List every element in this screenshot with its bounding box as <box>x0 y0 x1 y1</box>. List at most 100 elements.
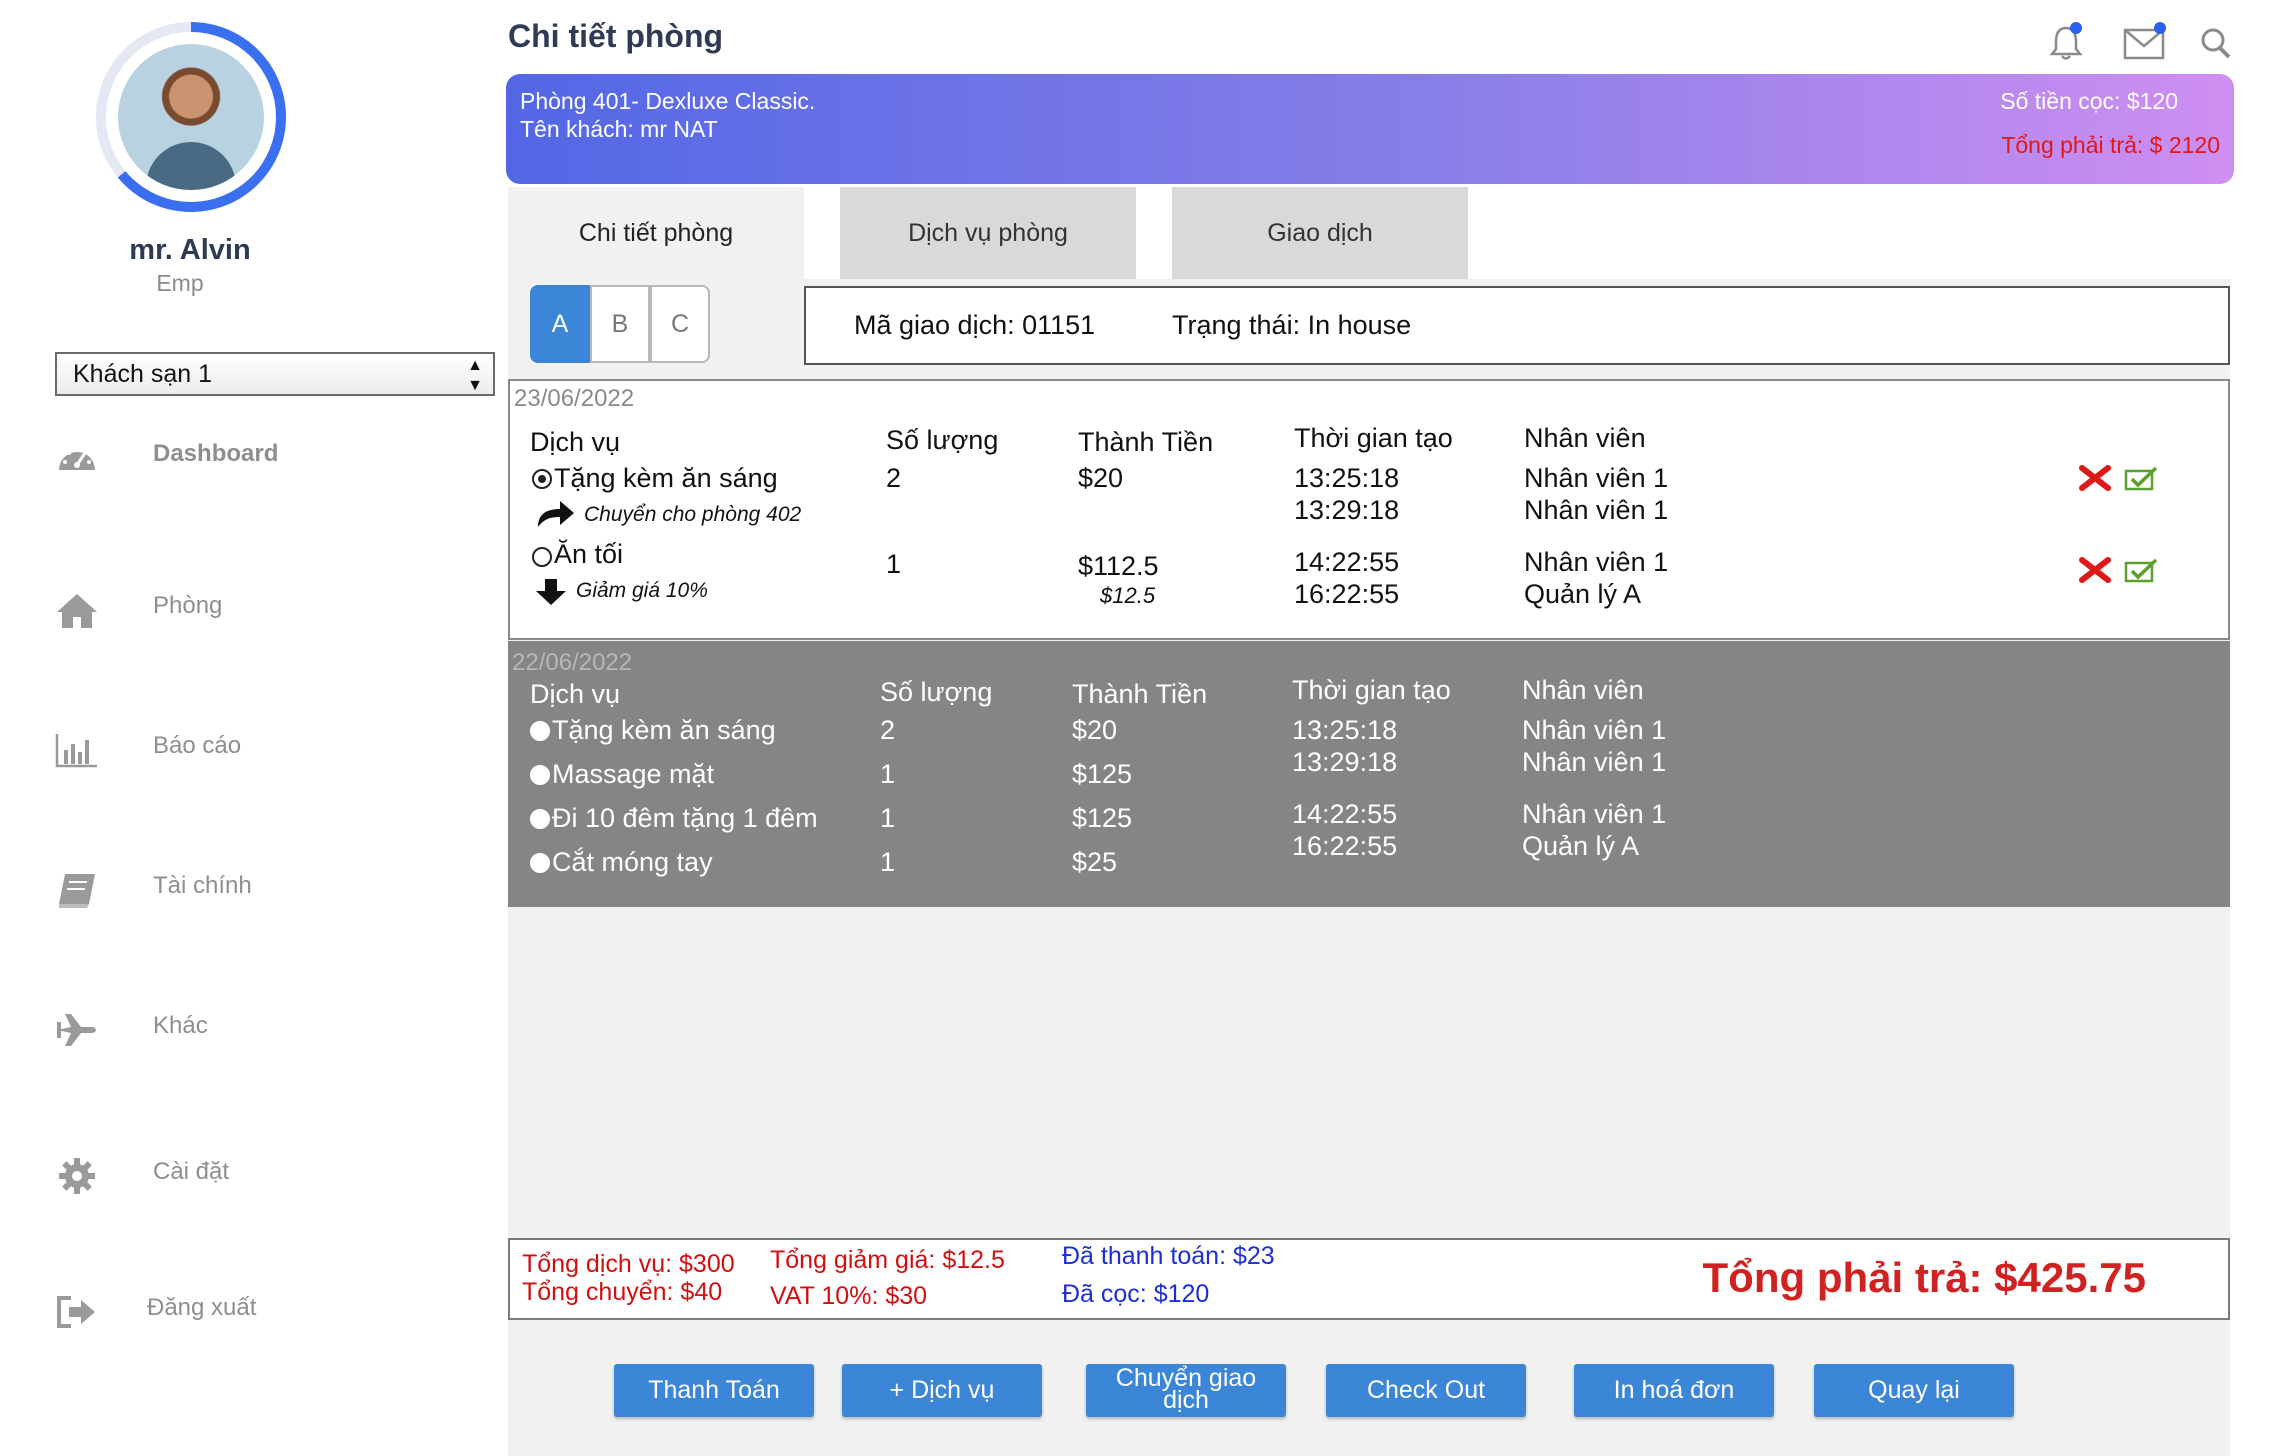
notification-dot <box>2070 22 2082 34</box>
delete-icon[interactable] <box>2078 557 2112 583</box>
mail-button[interactable] <box>2122 22 2168 62</box>
service-radio[interactable] <box>532 547 552 567</box>
room-banner: Phòng 401- Dexluxe Classic. Tên khách: m… <box>506 74 2234 184</box>
discount-note: Giảm giá 10% <box>576 579 708 602</box>
transaction-info: Mã giao dịch: 01151 Trạng thái: In house <box>804 286 2230 365</box>
summary-box: Tổng dịch vụ: $300 Tổng chuyển: $40 Tổng… <box>508 1238 2230 1320</box>
tab-dich-vu-phong[interactable]: Dịch vụ phòng <box>840 187 1136 279</box>
day-date: 22/06/2022 <box>512 649 633 676</box>
service-name: Ăn tối <box>554 539 624 569</box>
service-amount: $125 <box>1072 759 1133 789</box>
sidebar-item-label: Khác <box>153 1012 208 1039</box>
dashboard-icon <box>59 448 95 470</box>
segment-c[interactable]: C <box>650 285 710 363</box>
approve-icon[interactable] <box>2124 557 2160 583</box>
service-amount: $20 <box>1078 463 1124 493</box>
bar-chart-icon <box>55 734 97 768</box>
service-radio[interactable] <box>530 809 550 829</box>
hotel-select[interactable]: Khách sạn 1 ▲ ▼ <box>55 352 495 396</box>
service-name: Massage mặt <box>552 759 715 789</box>
service-time: 13:25:18 <box>1292 715 1398 745</box>
segment-b[interactable]: B <box>590 285 650 363</box>
service-time: 16:22:55 <box>1292 831 1398 861</box>
book-icon <box>59 874 95 908</box>
service-amount: $112.5 <box>1078 551 1159 581</box>
day-block-previous: 22/06/2022 Dịch vụ Số lượng Thành Tiền T… <box>508 641 2230 907</box>
service-staff: Nhân viên 1 <box>1524 547 1669 577</box>
transaction-status: Trạng thái: In house <box>1172 310 1412 340</box>
guest-name: Tên khách: mr NAT <box>520 116 718 142</box>
sidebar-item-tai-chinh[interactable]: Tài chính <box>55 864 475 914</box>
service-staff: Quản lý A <box>1522 831 1640 861</box>
delete-icon[interactable] <box>2078 465 2112 491</box>
service-name: Tặng kèm ăn sáng <box>552 715 776 745</box>
service-time: 13:29:18 <box>1294 495 1400 525</box>
page-title: Chi tiết phòng <box>508 18 724 54</box>
services-total: Tổng dịch vụ: $300 <box>522 1250 735 1278</box>
service-staff: Nhân viên 1 <box>1522 799 1667 829</box>
mail-dot <box>2154 22 2166 34</box>
notification-button[interactable] <box>2046 22 2086 62</box>
approve-icon[interactable] <box>2124 465 2160 491</box>
service-time: 13:25:18 <box>1294 463 1400 493</box>
sidebar-item-dashboard[interactable]: Dashboard <box>55 432 475 482</box>
service-time: 13:29:18 <box>1292 747 1398 777</box>
search-button[interactable] <box>2196 22 2236 62</box>
service-amount: $125 <box>1072 803 1133 833</box>
service-name: Đi 10 đêm tặng 1 đêm <box>552 803 818 833</box>
pay-button[interactable]: Thanh Toán <box>614 1364 814 1417</box>
col-header-amount: Thành Tiền <box>1078 427 1214 457</box>
transfer-transaction-button[interactable]: Chuyển giao dịch <box>1086 1364 1286 1417</box>
deposited-amount: Đã cọc: $120 <box>1062 1280 1210 1308</box>
service-radio[interactable] <box>532 469 552 489</box>
service-radio[interactable] <box>530 721 550 741</box>
service-radio[interactable] <box>530 765 550 785</box>
hotel-select-value: Khách sạn 1 <box>73 360 212 388</box>
logout-icon <box>57 1296 95 1328</box>
vat-amount: VAT 10%: $30 <box>770 1282 928 1310</box>
service-staff: Quản lý A <box>1524 579 1642 609</box>
day-date: 23/06/2022 <box>514 385 635 412</box>
service-qty: 1 <box>886 549 902 579</box>
transfer-arrow-icon <box>538 501 574 527</box>
add-service-button[interactable]: + Dịch vụ <box>842 1364 1042 1417</box>
service-qty: 2 <box>886 463 902 493</box>
print-invoice-button[interactable]: In hoá đơn <box>1574 1364 1774 1417</box>
gear-icon <box>59 1158 95 1194</box>
user-role: Emp <box>156 270 204 296</box>
sidebar-item-phong[interactable]: Phòng <box>55 584 475 634</box>
sidebar-item-dang-xuat[interactable]: Đăng xuất <box>55 1286 475 1336</box>
tab-giao-dich[interactable]: Giao dịch <box>1172 187 1468 279</box>
sidebar-item-khac[interactable]: Khác <box>55 1004 475 1054</box>
airplane-icon <box>57 1014 96 1046</box>
checkout-button[interactable]: Check Out <box>1326 1364 1526 1417</box>
service-staff: Nhân viên 1 <box>1522 715 1667 745</box>
sidebar-item-bao-cao[interactable]: Báo cáo <box>55 724 475 774</box>
service-qty: 1 <box>880 847 896 877</box>
avatar[interactable] <box>96 22 286 212</box>
service-qty: 2 <box>880 715 896 745</box>
service-amount: $25 <box>1072 847 1118 877</box>
sidebar-item-label: Đăng xuất <box>147 1294 257 1321</box>
grand-total: Tổng phải trả: $425.75 <box>1702 1254 2146 1301</box>
banner-total: Tổng phải trả: $ 2120 <box>2001 132 2220 158</box>
room-name: Phòng 401- Dexluxe Classic. <box>520 88 816 114</box>
col-header-service: Dịch vụ <box>530 679 621 709</box>
service-time: 16:22:55 <box>1294 579 1400 609</box>
day-block-current: 23/06/2022 Dịch vụ Số lượng Thành Tiền T… <box>508 379 2230 640</box>
service-radio[interactable] <box>530 853 550 873</box>
col-header-service: Dịch vụ <box>530 427 621 457</box>
service-time: 14:22:55 <box>1294 547 1400 577</box>
tab-chi-tiet-phong[interactable]: Chi tiết phòng <box>508 187 804 279</box>
segment-a[interactable]: A <box>530 285 590 363</box>
service-qty: 1 <box>880 803 896 833</box>
back-button[interactable]: Quay lại <box>1814 1364 2014 1417</box>
col-header-qty: Số lượng <box>880 677 993 707</box>
service-amount-discount: $12.5 <box>1100 583 1156 608</box>
sidebar-item-cai-dat[interactable]: Cài đặt <box>55 1150 475 1200</box>
col-header-staff: Nhân viên <box>1522 675 1644 705</box>
sidebar: mr. Alvin Emp Khách sạn 1 ▲ ▼ Dashboard P… <box>0 0 505 1456</box>
service-amount: $20 <box>1072 715 1118 745</box>
down-arrow-icon <box>536 579 566 605</box>
service-qty: 1 <box>880 759 896 789</box>
